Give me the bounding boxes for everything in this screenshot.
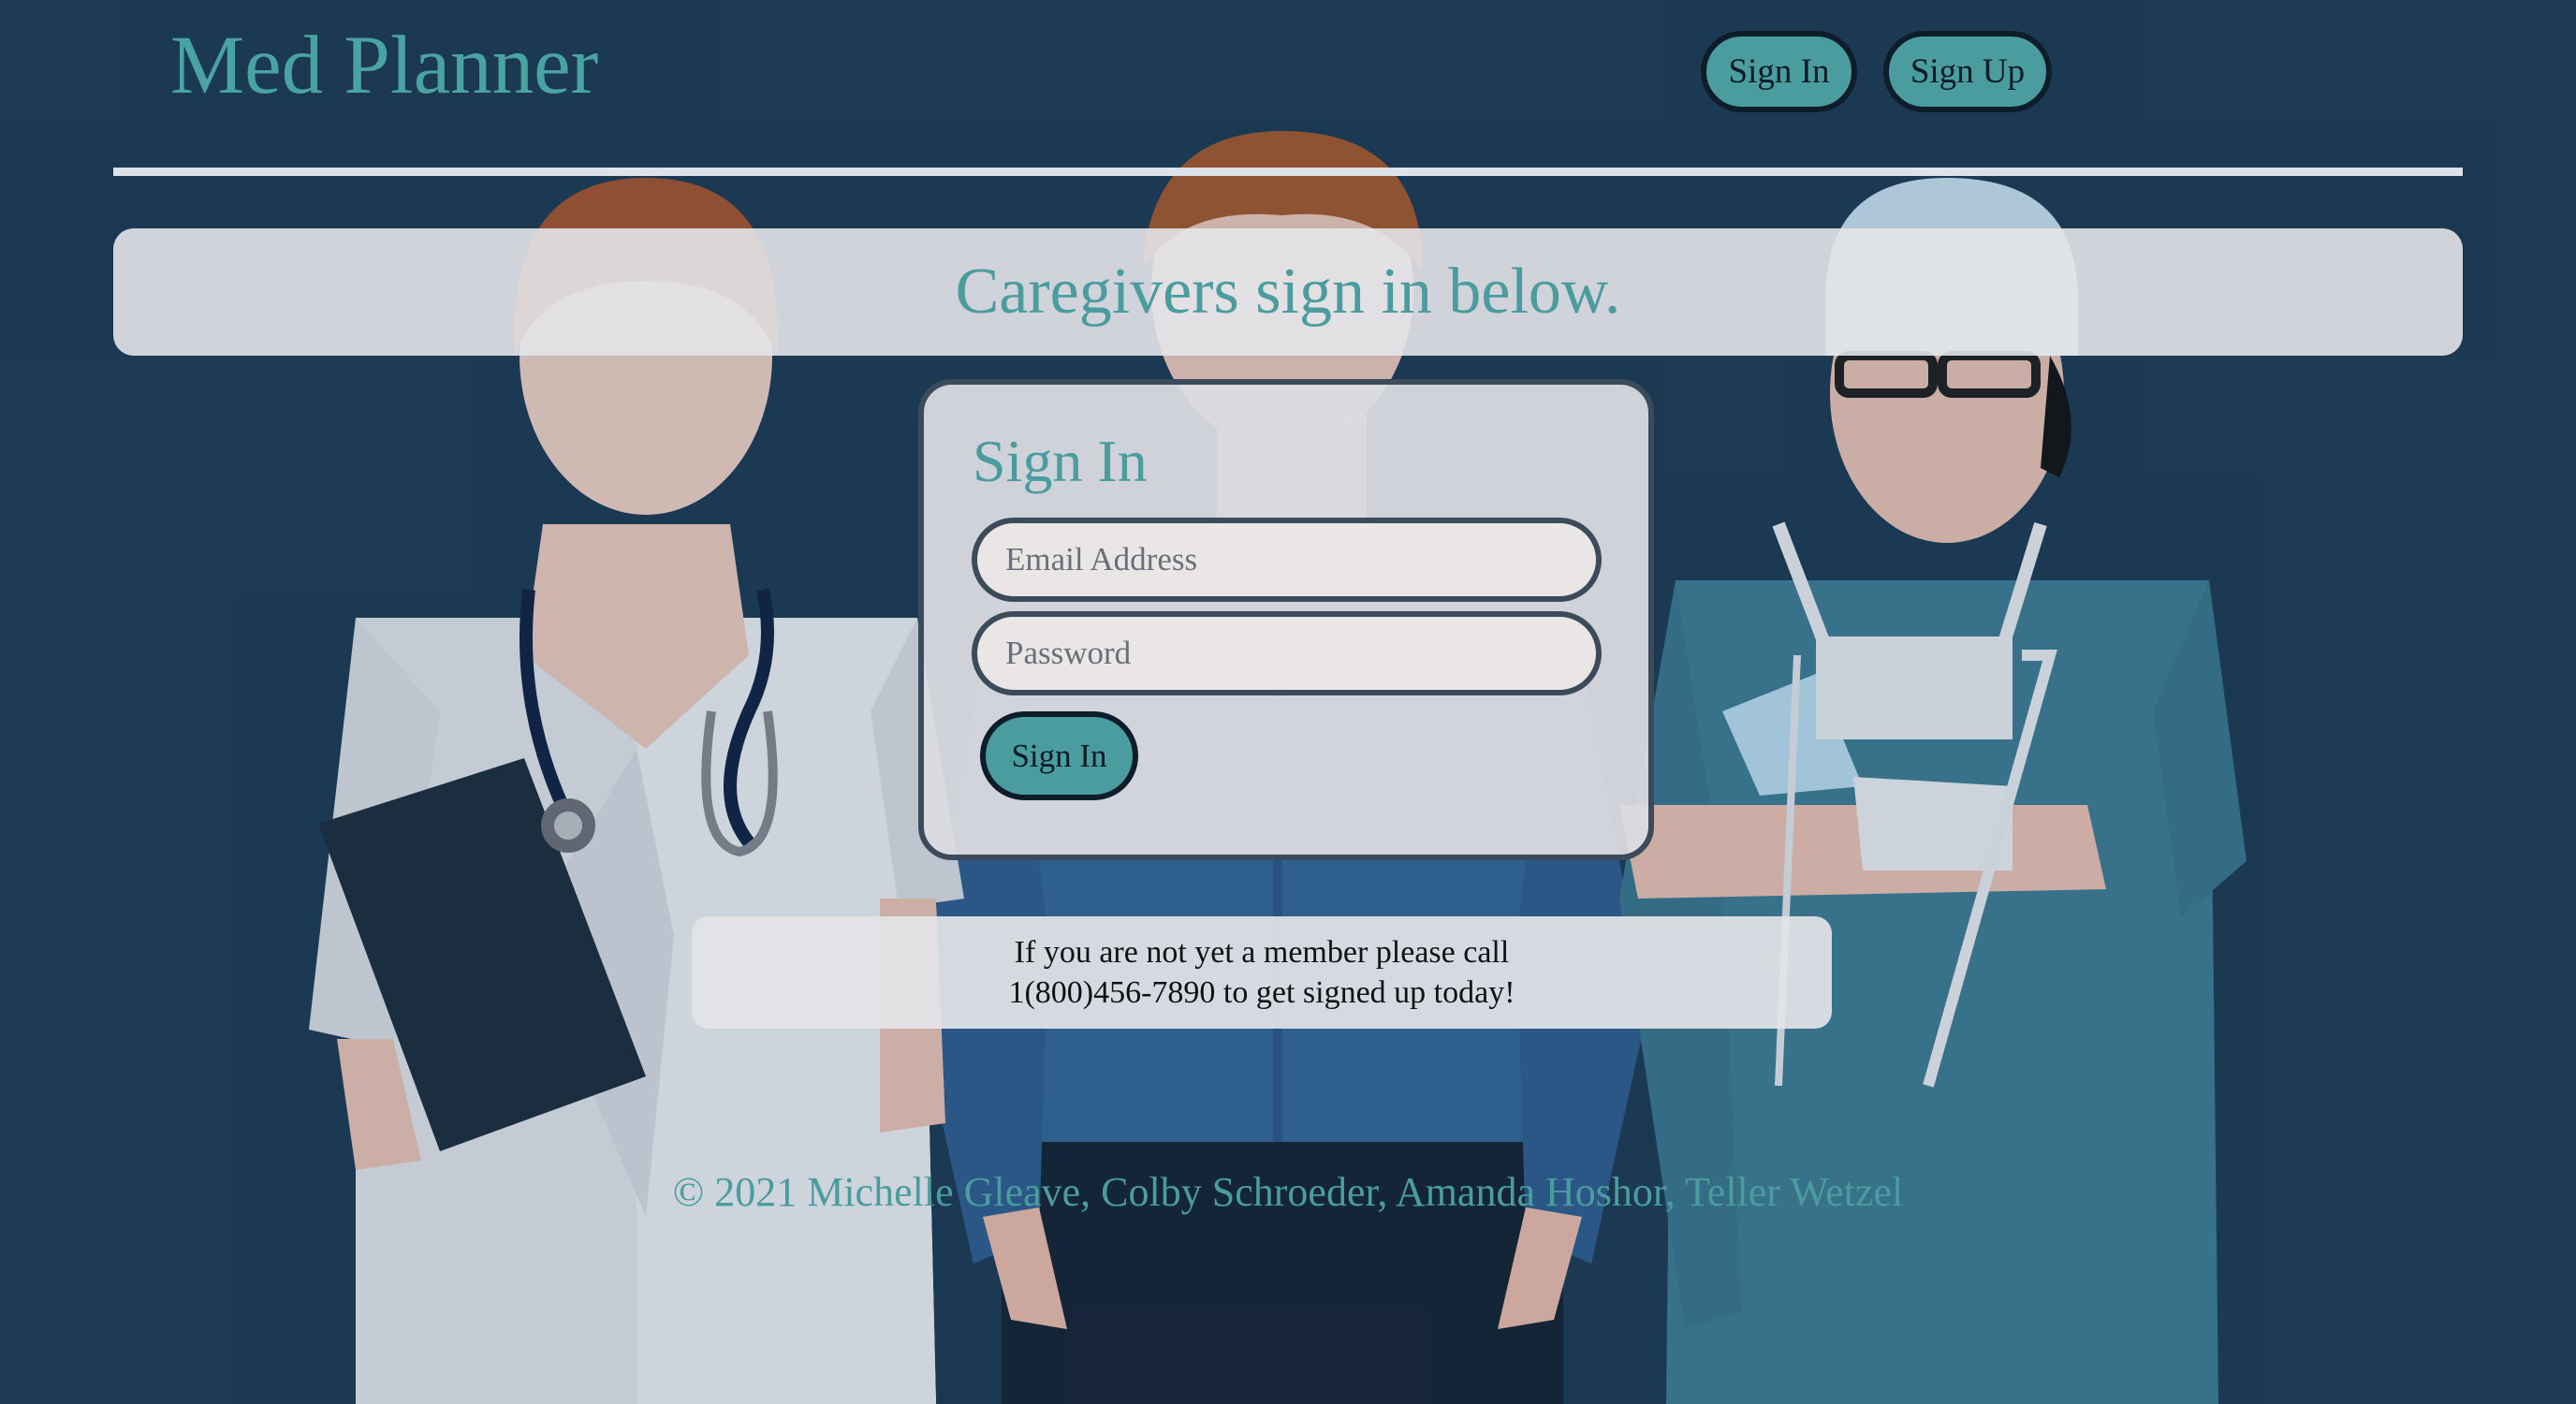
footer-copyright: © 2021 Michelle Gleave, Colby Schroeder,… — [672, 1169, 1904, 1215]
signin-title: Sign In — [973, 428, 1148, 494]
notice-line-1: If you are not yet a member please call — [1014, 935, 1510, 970]
password-field[interactable] — [972, 611, 1602, 695]
signin-submit-button[interactable]: Sign In — [980, 711, 1138, 800]
header-divider — [113, 168, 2463, 176]
brand-title: Med Planner — [170, 20, 599, 111]
email-field[interactable] — [972, 518, 1602, 602]
caregiver-banner: Caregivers sign in below. — [113, 228, 2463, 356]
notice-line-2: 1(800)456-7890 to get signed up today! — [1008, 975, 1515, 1010]
nav-signin-button[interactable]: Sign In — [1701, 31, 1857, 112]
banner-text: Caregivers sign in below. — [955, 256, 1621, 328]
nav-signup-button[interactable]: Sign Up — [1883, 31, 2052, 112]
membership-notice: If you are not yet a member please call … — [692, 916, 1832, 1029]
